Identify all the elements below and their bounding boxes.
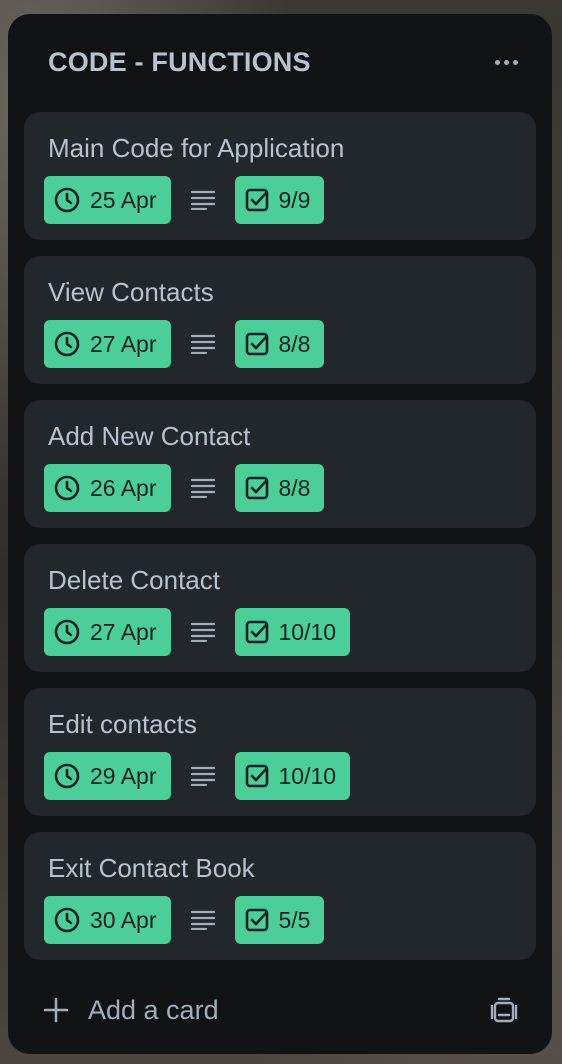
- list: CODE - FUNCTIONS Main Code for Applicati…: [8, 14, 552, 1054]
- card[interactable]: Add New Contact 26 Apr 8/8: [24, 400, 536, 528]
- description-icon: [171, 478, 235, 498]
- checklist-badge[interactable]: 10/10: [234, 608, 351, 656]
- card[interactable]: Exit Contact Book 30 Apr 5/5: [24, 832, 536, 960]
- checklist-count: 5/5: [278, 906, 311, 933]
- add-card-button[interactable]: Add a card: [32, 980, 231, 1040]
- card-title: Add New Contact: [48, 421, 251, 451]
- card[interactable]: View Contacts 27 Apr 8/8: [24, 256, 536, 384]
- due-date-badge[interactable]: 30 Apr: [44, 896, 171, 944]
- due-date-text: 25 Apr: [90, 186, 157, 213]
- checklist-badge[interactable]: 10/10: [234, 752, 351, 800]
- checkbox-icon: [245, 620, 268, 644]
- description-icon: [171, 622, 235, 642]
- checkbox-icon: [245, 332, 268, 356]
- list-header: CODE - FUNCTIONS: [8, 14, 552, 112]
- clock-icon: [54, 331, 80, 357]
- ellipsis-icon: [494, 59, 500, 65]
- list-more-button[interactable]: [482, 44, 530, 80]
- clock-icon: [54, 187, 80, 213]
- card[interactable]: Main Code for Application 25 Apr 9/9: [24, 112, 536, 240]
- due-date-text: 29 Apr: [90, 762, 157, 789]
- card-badges: 29 Apr 10/10: [44, 752, 351, 800]
- card-badges: 30 Apr 5/5: [44, 896, 325, 944]
- due-date-text: 26 Apr: [90, 474, 157, 501]
- card-title: Edit contacts: [48, 709, 197, 739]
- card-title: Main Code for Application: [48, 133, 345, 163]
- checklist-count: 8/8: [278, 474, 311, 501]
- checklist-badge[interactable]: 5/5: [234, 896, 325, 944]
- checklist-count: 10/10: [278, 762, 337, 789]
- checklist-count: 10/10: [278, 618, 337, 645]
- card-title: Exit Contact Book: [48, 853, 255, 883]
- due-date-text: 30 Apr: [90, 906, 157, 933]
- card-title: Delete Contact: [48, 565, 220, 595]
- card[interactable]: Edit contacts 29 Apr 10/10: [24, 688, 536, 816]
- due-date-text: 27 Apr: [90, 330, 157, 357]
- due-date-badge[interactable]: 25 Apr: [44, 176, 171, 224]
- clock-icon: [54, 475, 80, 501]
- card[interactable]: Delete Contact 27 Apr 10/10: [24, 544, 536, 672]
- checkbox-icon: [245, 188, 268, 212]
- due-date-badge[interactable]: 27 Apr: [44, 608, 171, 656]
- list-title[interactable]: CODE - FUNCTIONS: [48, 47, 311, 78]
- description-icon: [171, 334, 235, 354]
- card-badges: 25 Apr 9/9: [44, 176, 325, 224]
- description-icon: [171, 766, 235, 786]
- checklist-count: 8/8: [278, 330, 311, 357]
- checklist-badge[interactable]: 8/8: [234, 464, 325, 512]
- description-icon: [171, 910, 235, 930]
- checklist-badge[interactable]: 8/8: [234, 320, 325, 368]
- create-from-template-button[interactable]: [480, 988, 528, 1032]
- checkbox-icon: [245, 476, 268, 500]
- card-template-icon: [490, 997, 518, 1023]
- clock-icon: [54, 763, 80, 789]
- description-icon: [171, 190, 235, 210]
- card-badges: 27 Apr 10/10: [44, 608, 351, 656]
- due-date-badge[interactable]: 27 Apr: [44, 320, 171, 368]
- checkbox-icon: [245, 764, 268, 788]
- add-card-label: Add a card: [88, 994, 219, 1025]
- clock-icon: [54, 907, 80, 933]
- list-footer: Add a card: [8, 980, 552, 1040]
- checklist-count: 9/9: [278, 186, 311, 213]
- card-badges: 27 Apr 8/8: [44, 320, 325, 368]
- clock-icon: [54, 619, 80, 645]
- due-date-text: 27 Apr: [90, 618, 157, 645]
- card-badges: 26 Apr 8/8: [44, 464, 325, 512]
- card-list: Main Code for Application 25 Apr 9/9 Vie…: [24, 112, 536, 976]
- checkbox-icon: [245, 908, 268, 932]
- due-date-badge[interactable]: 26 Apr: [44, 464, 171, 512]
- plus-icon: [32, 980, 80, 1040]
- card-title: View Contacts: [48, 277, 214, 307]
- checklist-badge[interactable]: 9/9: [234, 176, 325, 224]
- due-date-badge[interactable]: 29 Apr: [44, 752, 171, 800]
